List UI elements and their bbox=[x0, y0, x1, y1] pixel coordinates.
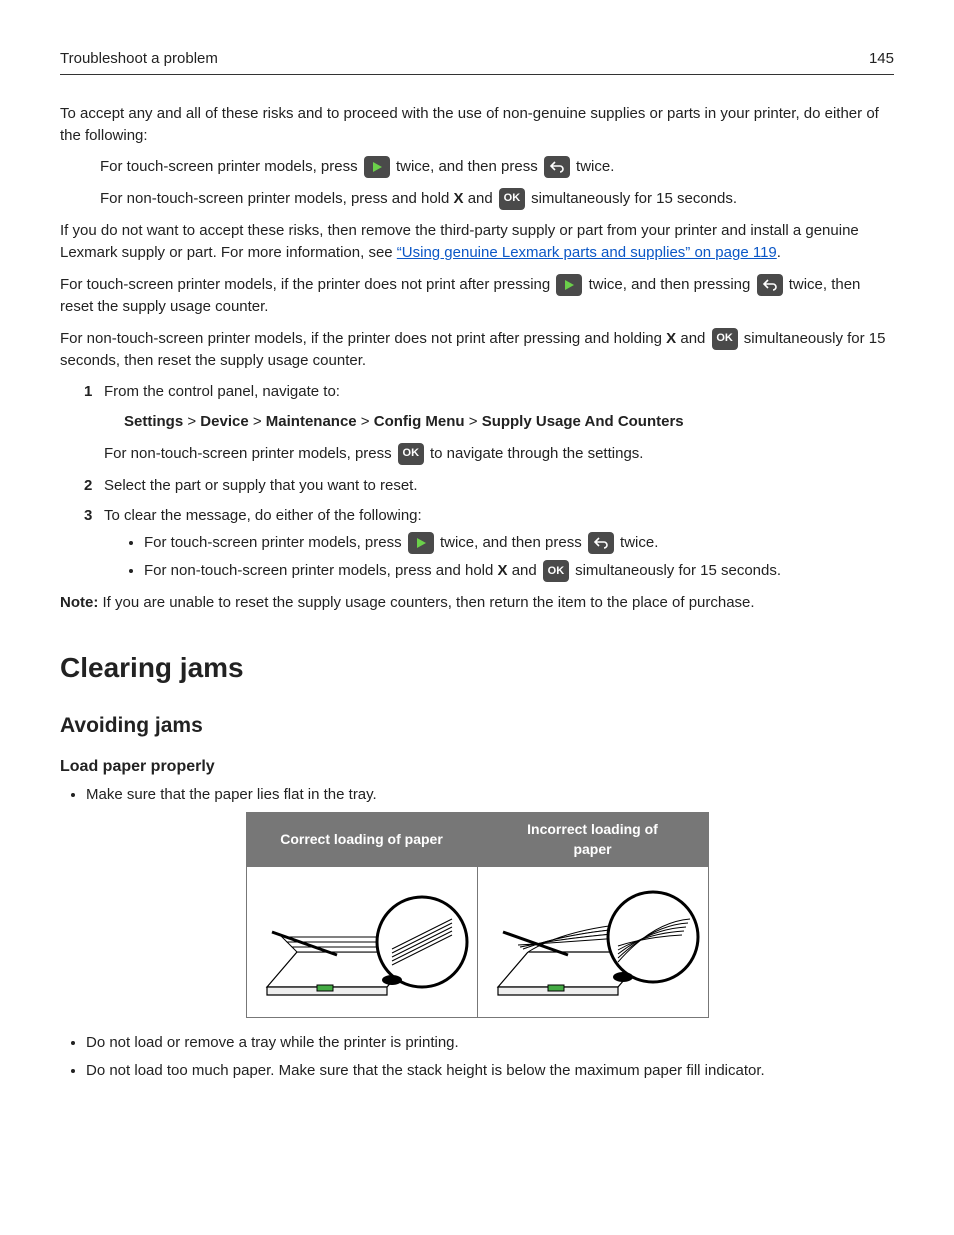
text: For non-touch-screen printer models, if … bbox=[60, 330, 666, 347]
text: For touch-screen printer models, press bbox=[100, 158, 362, 175]
ok-icon: OK bbox=[398, 443, 424, 465]
path-seg: Supply Usage And Counters bbox=[482, 413, 684, 430]
text: simultaneously for 15 seconds. bbox=[575, 562, 781, 579]
back-arrow-icon bbox=[588, 532, 614, 554]
back-arrow-icon bbox=[544, 156, 570, 178]
paper-loading-table: Correct loading of paper Incorrect loadi… bbox=[246, 812, 709, 1018]
correct-loading-image bbox=[246, 866, 477, 1017]
ok-icon: OK bbox=[499, 188, 525, 210]
step-3: To clear the message, do either of the f… bbox=[84, 505, 894, 583]
text: For non-touch-screen printer models, pre… bbox=[100, 190, 454, 207]
text: For non-touch-screen printer models, pre… bbox=[104, 445, 396, 462]
sep: > bbox=[183, 413, 200, 430]
path-seg: Config Menu bbox=[374, 413, 465, 430]
page-header: Troubleshoot a problem 145 bbox=[60, 48, 894, 75]
path-seg: Maintenance bbox=[266, 413, 357, 430]
play-icon bbox=[408, 532, 434, 554]
genuine-parts-link[interactable]: “Using genuine Lexmark parts and supplie… bbox=[397, 244, 777, 261]
th-correct: Correct loading of paper bbox=[246, 813, 477, 867]
play-icon bbox=[556, 274, 582, 296]
section-title: Troubleshoot a problem bbox=[60, 48, 218, 70]
step-3-nontouch: For non-touch-screen printer models, pre… bbox=[144, 560, 894, 582]
note-paragraph: Note: If you are unable to reset the sup… bbox=[60, 592, 894, 614]
bullet-flat-paper: Make sure that the paper lies flat in th… bbox=[86, 784, 894, 806]
play-icon bbox=[364, 156, 390, 178]
note-text: If you are unable to reset the supply us… bbox=[98, 594, 754, 611]
bullet-stack-height: Do not load too much paper. Make sure th… bbox=[86, 1060, 894, 1082]
text: and bbox=[680, 330, 709, 347]
sep: > bbox=[357, 413, 374, 430]
page-number: 145 bbox=[869, 48, 894, 70]
step-2: Select the part or supply that you want … bbox=[84, 475, 894, 497]
path-seg: Device bbox=[200, 413, 248, 430]
x-key: X bbox=[498, 562, 508, 579]
back-arrow-icon bbox=[757, 274, 783, 296]
incorrect-loading-image bbox=[477, 866, 708, 1017]
procedure-list: From the control panel, navigate to: Set… bbox=[84, 381, 894, 582]
step-text: From the control panel, navigate to: bbox=[104, 383, 340, 400]
text: twice, and then press bbox=[396, 158, 542, 175]
text: and bbox=[512, 562, 541, 579]
text: For touch-screen printer models, press bbox=[144, 534, 406, 551]
text: . bbox=[777, 244, 781, 261]
note-label: Note: bbox=[60, 594, 98, 611]
heading-avoiding-jams: Avoiding jams bbox=[60, 711, 894, 741]
path-seg: Settings bbox=[124, 413, 183, 430]
step-1-note: For non-touch-screen printer models, pre… bbox=[104, 443, 894, 465]
text: twice. bbox=[576, 158, 614, 175]
paper-bullets-top: Make sure that the paper lies flat in th… bbox=[60, 784, 894, 806]
paper-bullets-bottom: Do not load or remove a tray while the p… bbox=[60, 1032, 894, 1082]
bullet-tray-printing: Do not load or remove a tray while the p… bbox=[86, 1032, 894, 1054]
text: twice. bbox=[620, 534, 658, 551]
text: For non-touch-screen printer models, pre… bbox=[144, 562, 498, 579]
risk-paragraph: If you do not want to accept these risks… bbox=[60, 220, 894, 264]
settings-path: Settings > Device > Maintenance > Config… bbox=[124, 411, 894, 433]
touch-reset-paragraph: For touch-screen printer models, if the … bbox=[60, 274, 894, 318]
heading-load-paper: Load paper properly bbox=[60, 755, 894, 778]
nontouch-accept-line: For non-touch-screen printer models, pre… bbox=[100, 188, 894, 210]
text: For touch-screen printer models, if the … bbox=[60, 276, 554, 293]
text: to navigate through the settings. bbox=[430, 445, 643, 462]
x-key: X bbox=[666, 330, 676, 347]
sep: > bbox=[465, 413, 482, 430]
step-3-options: For touch-screen printer models, press t… bbox=[104, 532, 894, 582]
heading-clearing-jams: Clearing jams bbox=[60, 648, 894, 689]
nontouch-reset-paragraph: For non-touch-screen printer models, if … bbox=[60, 328, 894, 372]
ok-icon: OK bbox=[712, 328, 738, 350]
touch-accept-line: For touch-screen printer models, press t… bbox=[100, 156, 894, 178]
intro-paragraph: To accept any and all of these risks and… bbox=[60, 103, 894, 147]
th-incorrect: Incorrect loading of paper bbox=[477, 813, 708, 867]
text: and bbox=[468, 190, 497, 207]
text: twice, and then press bbox=[440, 534, 586, 551]
text: simultaneously for 15 seconds. bbox=[531, 190, 737, 207]
sep: > bbox=[249, 413, 266, 430]
ok-icon: OK bbox=[543, 560, 569, 582]
x-key: X bbox=[454, 190, 464, 207]
step-3-touch: For touch-screen printer models, press t… bbox=[144, 532, 894, 554]
step-text: To clear the message, do either of the f… bbox=[104, 507, 422, 524]
text: twice, and then pressing bbox=[589, 276, 755, 293]
step-1: From the control panel, navigate to: Set… bbox=[84, 381, 894, 465]
